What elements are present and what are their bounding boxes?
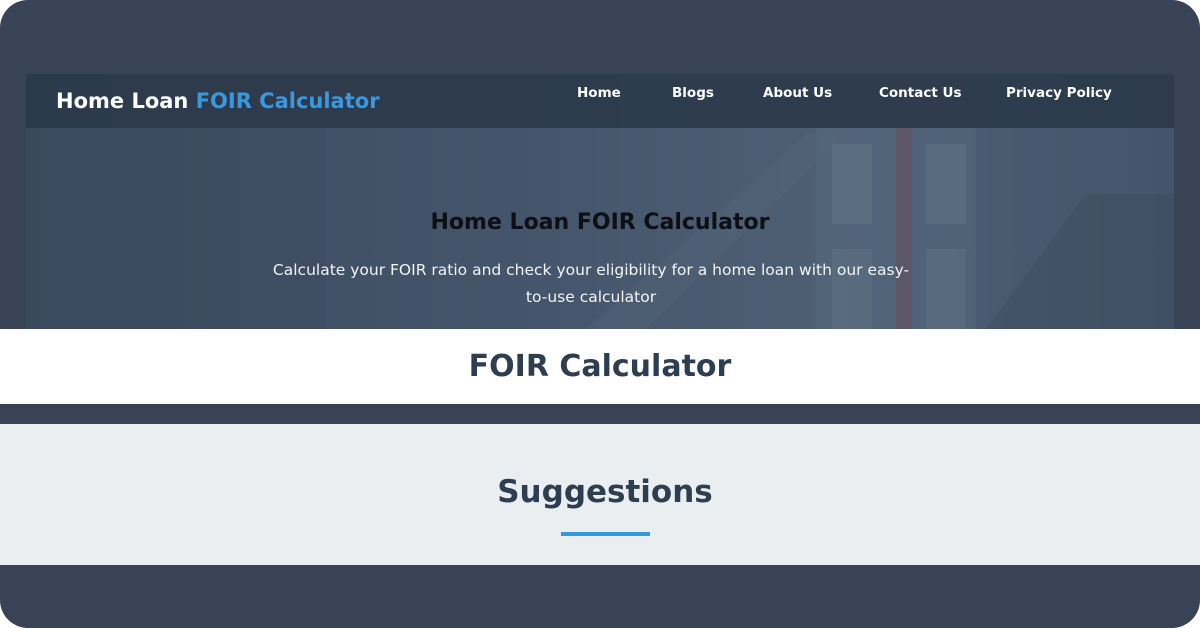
hero-subtitle: Calculate your FOIR ratio and check your… (272, 261, 910, 306)
navbar: Home Loan FOIR Calculator Home Blogs Abo… (26, 74, 1174, 128)
suggestions-underline (561, 532, 650, 536)
brand-text: Home Loan (56, 89, 189, 113)
nav-home[interactable]: Home (577, 85, 621, 101)
hero-section: Home Loan FOIR Calculator Home Blogs Abo… (26, 74, 1174, 329)
calculator-title: FOIR Calculator (468, 349, 732, 384)
brand-logo[interactable]: Home Loan FOIR Calculator (56, 82, 380, 136)
suggestions-title: Suggestions (497, 474, 713, 510)
nav-contact-us[interactable]: Contact Us (879, 85, 962, 101)
page-frame: Home Loan FOIR Calculator Home Blogs Abo… (0, 0, 1200, 628)
nav-privacy-policy[interactable]: Privacy Policy (1006, 85, 1112, 101)
hero-title: Home Loan FOIR Calculator (430, 210, 770, 235)
nav-about-us[interactable]: About Us (763, 85, 832, 101)
suggestions-section: Suggestions (0, 424, 1200, 565)
calculator-section: FOIR Calculator (0, 329, 1200, 404)
nav-blogs[interactable]: Blogs (672, 85, 714, 101)
brand-accent-text: FOIR Calculator (195, 89, 380, 113)
